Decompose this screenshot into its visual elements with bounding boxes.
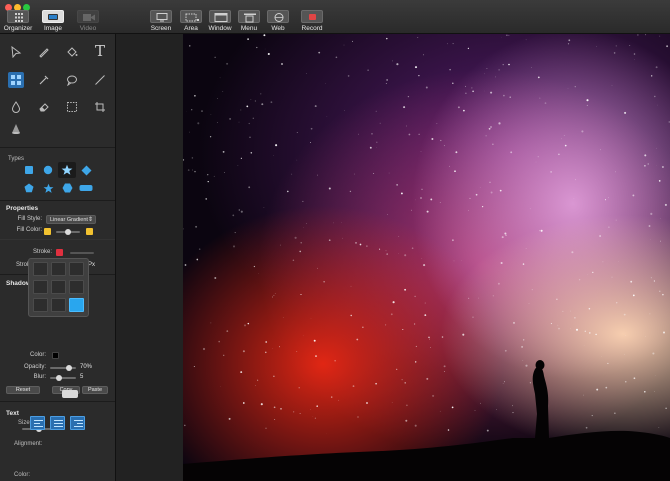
text-tool-glyph: T (94, 42, 105, 60)
tab-image[interactable]: Image (36, 10, 70, 32)
blur-label: Blur: (33, 374, 46, 380)
chevron-updown-icon: ⇕ (87, 217, 93, 223)
shadow-direction-grid (28, 258, 89, 317)
align-right-button[interactable] (70, 416, 85, 430)
tab-organizer-label: Organizer (3, 25, 33, 32)
divider (0, 239, 115, 240)
capture-screen-button[interactable]: Screen (144, 10, 178, 32)
align-left-button[interactable] (30, 416, 45, 430)
select-arrow-icon[interactable] (8, 44, 24, 60)
shadow-color-label: Color: (29, 352, 46, 358)
shadow-cell[interactable] (51, 280, 66, 294)
tab-video-label: Video (79, 25, 97, 32)
reset-button[interactable]: Reset (6, 386, 40, 394)
pen-icon[interactable] (36, 44, 52, 60)
tools-panel: T Types Properties Fill Style: Linear Gr… (0, 34, 115, 481)
text-tool-icon[interactable]: T (92, 42, 108, 60)
eyedropper-icon[interactable] (36, 72, 52, 88)
capture-web-label: Web (271, 25, 285, 32)
tab-image-label: Image (43, 25, 63, 32)
circle-shape-icon[interactable] (39, 162, 57, 178)
square-shape-icon[interactable] (20, 162, 38, 178)
shadow-cell[interactable] (69, 262, 84, 276)
area-select-icon (180, 10, 202, 23)
menu-icon (238, 10, 260, 23)
shape-tool-icon[interactable] (8, 72, 24, 88)
hexagon-shape-icon[interactable] (58, 180, 76, 196)
fill-style-label: Fill Style: (17, 216, 42, 222)
monitor-icon (150, 10, 172, 23)
opacity-slider[interactable] (50, 365, 76, 371)
silhouette (183, 360, 670, 481)
diamond-shape-icon[interactable] (77, 162, 95, 178)
paste-button[interactable]: Paste (82, 386, 108, 394)
shadow-color-swatch[interactable] (52, 352, 59, 359)
star-outline-shape-icon[interactable] (39, 180, 57, 196)
divider (0, 401, 115, 402)
tab-video: Video (71, 10, 105, 32)
fill-bucket-icon[interactable] (64, 44, 80, 60)
capture-area-label: Area (184, 25, 198, 32)
capture-window-label: Window (208, 25, 232, 32)
shadow-cell[interactable] (33, 262, 48, 276)
fill-color-start-swatch[interactable] (44, 228, 51, 235)
grid-icon (7, 10, 29, 23)
capture-screen-label: Screen (150, 25, 172, 32)
blur-value: 5 (80, 374, 84, 380)
fill-style-select[interactable]: Linear Gradient ⇕ (46, 215, 96, 224)
pentagon-shape-icon[interactable] (20, 180, 38, 196)
divider (0, 200, 115, 201)
tab-organizer[interactable]: Organizer (1, 10, 35, 32)
text-section-title: Text (6, 410, 19, 417)
opacity-knob[interactable] (66, 365, 72, 371)
align-center-button[interactable] (50, 416, 65, 430)
globe-icon (267, 10, 289, 23)
shadow-cell[interactable] (51, 262, 66, 276)
marquee-icon[interactable] (64, 99, 80, 115)
crop-icon[interactable] (92, 99, 108, 115)
fill-style-value: Linear Gradient (50, 217, 88, 223)
record-label: Record (301, 25, 323, 32)
blur-slider[interactable] (50, 375, 76, 381)
text-color-label: Color: (14, 472, 31, 478)
video-camera-icon (77, 10, 99, 23)
record-icon (301, 10, 323, 23)
fill-color-label: Fill Color: (16, 227, 42, 233)
record-button[interactable]: Record (295, 10, 329, 32)
fill-color-end-swatch[interactable] (86, 228, 93, 235)
fill-gradient-knob[interactable] (65, 229, 71, 235)
panel-gutter (115, 34, 183, 481)
image-icon (42, 10, 64, 23)
stroke-label: Stroke: (32, 249, 52, 255)
rounded-rect-shape-icon[interactable] (77, 180, 95, 196)
eraser-icon[interactable] (36, 99, 52, 115)
shadow-cell[interactable] (69, 280, 84, 294)
shape-types-grid (20, 129, 100, 193)
shadow-cell-selected[interactable] (69, 298, 84, 312)
shadow-cell[interactable] (33, 298, 48, 312)
properties-title: Properties (6, 205, 39, 212)
star-shape-icon[interactable] (58, 162, 76, 178)
text-size-stepper[interactable] (62, 390, 78, 398)
droplet-icon[interactable] (8, 99, 24, 115)
opacity-value: 70% (80, 364, 93, 370)
image-canvas[interactable] (183, 34, 670, 481)
fill-gradient-slider[interactable] (56, 229, 80, 235)
speech-bubble-icon[interactable] (64, 72, 80, 88)
line-icon[interactable] (92, 72, 108, 88)
toolbar: Organizer Image Video Screen Area Window… (0, 0, 670, 34)
capture-web-button[interactable]: Web (261, 10, 295, 32)
stroke-color-swatch[interactable] (56, 249, 63, 256)
shadow-cell[interactable] (51, 298, 66, 312)
stroke-slider[interactable] (70, 252, 94, 254)
capture-menu-label: Menu (240, 25, 258, 32)
alignment-label: Alignment: (14, 441, 43, 447)
shadow-cell[interactable] (33, 280, 48, 294)
window-icon (209, 10, 231, 23)
opacity-label: Opacity: (23, 364, 46, 370)
blur-knob[interactable] (56, 375, 62, 381)
